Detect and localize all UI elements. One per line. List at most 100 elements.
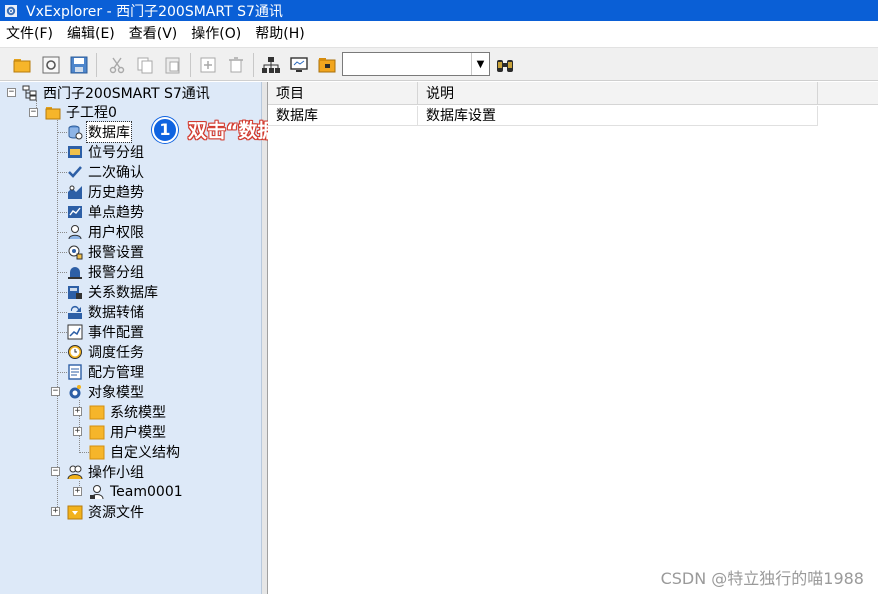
column-header-desc[interactable]: 说明 [418, 82, 818, 105]
single-trend-icon [67, 204, 83, 220]
relational-db-icon [67, 284, 83, 300]
list-row[interactable]: 数据库 数据库设置 [268, 106, 878, 126]
network-icon[interactable] [259, 53, 283, 77]
menu-help[interactable]: 帮助(H) [248, 21, 311, 47]
tree-item-confirm[interactable]: 二次确认 [67, 162, 145, 182]
user-icon [67, 224, 83, 240]
user-group-icon [67, 464, 83, 480]
resources-icon [67, 504, 83, 520]
tree-item-user-permission[interactable]: 用户权限 [67, 222, 145, 242]
check-icon [67, 164, 83, 180]
list-header: 项目 说明 [268, 82, 878, 105]
tree-item-user-permission-label: 用户权限 [88, 225, 144, 241]
tree-item-history-trend[interactable]: 历史趋势 [67, 182, 145, 202]
menu-view[interactable]: 查看(V) [122, 21, 185, 47]
menu-edit[interactable]: 编辑(E) [60, 21, 122, 47]
tree-item-resources-label: 资源文件 [88, 505, 144, 521]
tree-item-custom-struct-label: 自定义结构 [110, 445, 180, 461]
project-icon[interactable] [315, 53, 339, 77]
tree-item-custom-struct[interactable]: 自定义结构 [89, 442, 181, 462]
window-title: VxExplorer - 西门子200SMART S7通讯 [26, 3, 283, 20]
tree-item-system-model[interactable]: 系统模型 [89, 402, 167, 422]
menu-operation[interactable]: 操作(O) [184, 21, 248, 47]
tree-item-recipe-label: 配方管理 [88, 365, 144, 381]
annotation-number: 1 [152, 116, 178, 143]
tree-item-user-model[interactable]: 用户模型 [89, 422, 167, 442]
tree-item-system-model-label: 系统模型 [110, 405, 166, 421]
alarm-settings-icon [67, 244, 83, 260]
tree-item-data-dump-label: 数据转储 [88, 305, 144, 321]
detail-list[interactable]: 项目 说明 数据库 数据库设置 [268, 82, 878, 594]
refresh-icon[interactable] [39, 53, 63, 77]
folder-icon [89, 404, 105, 420]
tree-item-alarm-settings-label: 报警设置 [88, 245, 144, 261]
menu-file[interactable]: 文件(F) [0, 21, 60, 47]
tree-item-object-model[interactable]: 对象模型 [67, 382, 145, 402]
tree-item-event-config[interactable]: 事件配置 [67, 322, 145, 342]
alarm-group-icon [67, 264, 83, 280]
tree-collapse-project[interactable]: − [29, 108, 38, 117]
tree-project[interactable]: 子工程0 [45, 102, 118, 122]
project-tree-icon [22, 85, 38, 101]
monitor-icon[interactable] [287, 53, 311, 77]
save-icon[interactable] [67, 53, 91, 77]
add-icon[interactable] [196, 53, 220, 77]
cut-icon[interactable] [105, 53, 129, 77]
column-header-item[interactable]: 项目 [268, 82, 418, 105]
tree-item-confirm-label: 二次确认 [88, 165, 144, 181]
data-dump-icon [67, 304, 83, 320]
tree-item-tag-group[interactable]: 位号分组 [67, 142, 145, 162]
folder-icon [89, 444, 105, 460]
gear-icon [4, 4, 18, 18]
copy-icon[interactable] [133, 53, 157, 77]
open-folder-icon[interactable] [10, 53, 34, 77]
tree-collapse-operation-group[interactable]: − [51, 467, 60, 476]
tree-item-operation-group[interactable]: 操作小组 [67, 462, 145, 482]
tree-collapse-root[interactable]: − [7, 88, 16, 97]
tree-item-tag-group-label: 位号分组 [88, 145, 144, 161]
tree-expand-team[interactable]: + [73, 487, 82, 496]
tree-item-schedule[interactable]: 调度任务 [67, 342, 145, 362]
tree-item-alarm-group[interactable]: 报警分组 [67, 262, 145, 282]
tree-item-data-dump[interactable]: 数据转储 [67, 302, 145, 322]
tree-item-relational-db[interactable]: 关系数据库 [67, 282, 159, 302]
tree-item-relational-db-label: 关系数据库 [88, 285, 158, 301]
find-icon[interactable] [493, 53, 517, 77]
tree-item-user-model-label: 用户模型 [110, 425, 166, 441]
tree-item-database[interactable]: 数据库 [67, 121, 132, 143]
tree-item-recipe[interactable]: 配方管理 [67, 362, 145, 382]
tree-item-resources[interactable]: 资源文件 [67, 502, 145, 522]
clock-icon [67, 344, 83, 360]
tree-item-schedule-label: 调度任务 [88, 345, 144, 361]
delete-icon[interactable] [224, 53, 248, 77]
tree-collapse-object-model[interactable]: − [51, 387, 60, 396]
tree-root-label: 西门子200SMART S7通讯 [43, 86, 210, 102]
tree-item-team[interactable]: Team0001 [89, 482, 184, 502]
event-config-icon [67, 324, 83, 340]
tree-expand-user-model[interactable]: + [73, 427, 82, 436]
tree-item-operation-group-label: 操作小组 [88, 465, 144, 481]
recipe-icon [67, 364, 83, 380]
toolbar-combo[interactable]: ▼ [342, 52, 490, 76]
tree-item-single-trend[interactable]: 单点趋势 [67, 202, 145, 222]
tree-expand-resources[interactable]: + [51, 507, 60, 516]
list-cell-desc: 数据库设置 [418, 106, 818, 126]
chevron-down-icon[interactable]: ▼ [471, 53, 489, 75]
object-model-icon [67, 384, 83, 400]
watermark: CSDN @特立独行的喵1988 [660, 569, 864, 588]
history-trend-icon [67, 184, 83, 200]
tree-item-history-trend-label: 历史趋势 [88, 185, 144, 201]
tree-item-alarm-settings[interactable]: 报警设置 [67, 242, 145, 262]
folder-icon [45, 104, 61, 120]
paste-icon[interactable] [161, 53, 185, 77]
tree-expand-system-model[interactable]: + [73, 407, 82, 416]
menu-bar: 文件(F) 编辑(E) 查看(V) 操作(O) 帮助(H) [0, 21, 878, 47]
tree-root[interactable]: 西门子200SMART S7通讯 [22, 83, 211, 103]
tree-item-event-config-label: 事件配置 [88, 325, 144, 341]
list-cell-item: 数据库 [268, 106, 418, 126]
tree-item-database-label: 数据库 [86, 121, 132, 143]
tree-item-single-trend-label: 单点趋势 [88, 205, 144, 221]
tree-item-object-model-label: 对象模型 [88, 385, 144, 401]
database-icon [67, 124, 83, 140]
tree-item-alarm-group-label: 报警分组 [88, 265, 144, 281]
